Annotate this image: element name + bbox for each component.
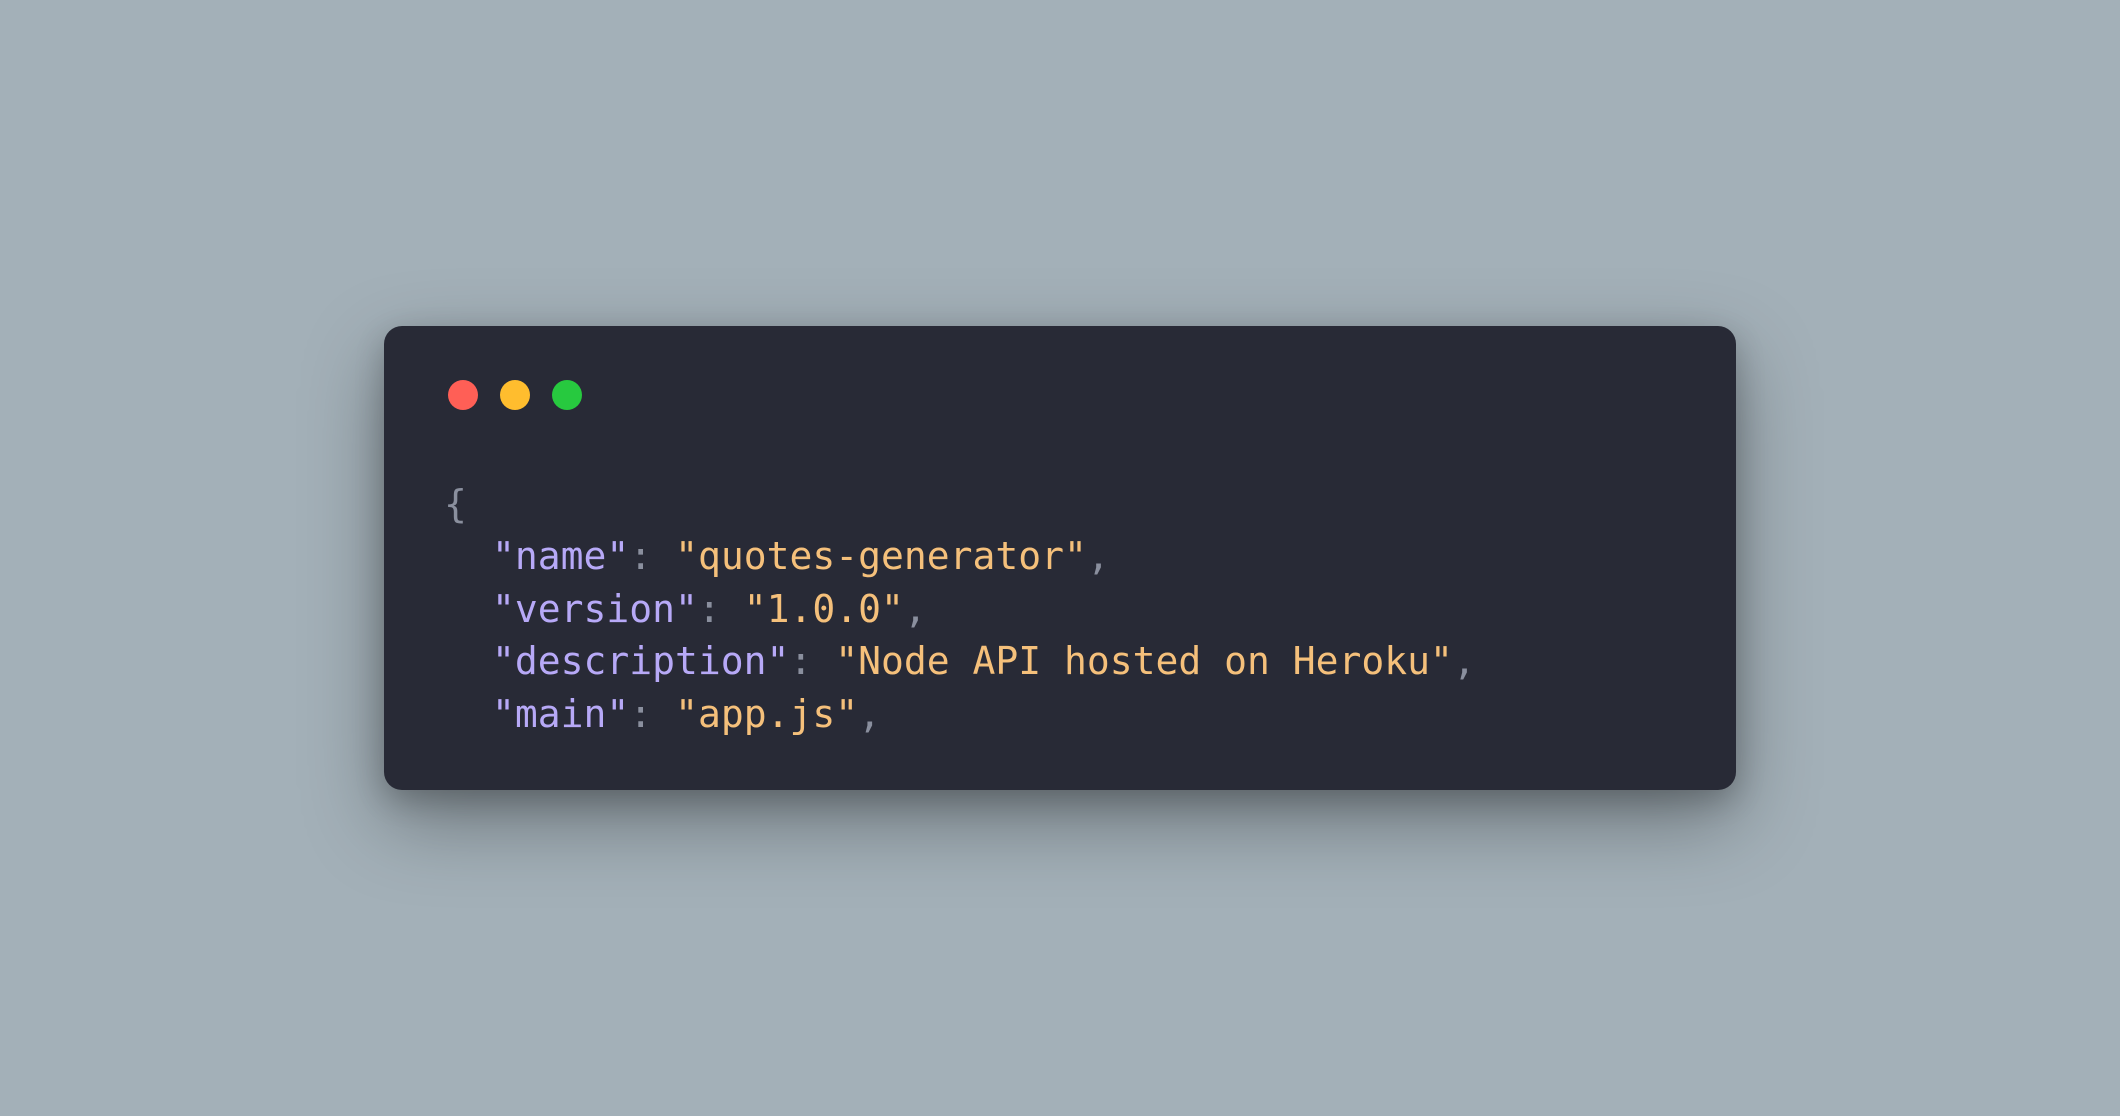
colon: : [629, 692, 652, 736]
json-value: "Node API hosted on Heroku" [835, 639, 1453, 683]
comma: , [858, 692, 881, 736]
json-key: "version" [492, 587, 698, 631]
json-value: "app.js" [675, 692, 858, 736]
code-content: { "name": "quotes-generator", "version":… [444, 478, 1676, 740]
json-value: "1.0.0" [744, 587, 904, 631]
comma: , [1087, 534, 1110, 578]
colon: : [789, 639, 812, 683]
json-value: "quotes-generator" [675, 534, 1087, 578]
brace-open: { [444, 482, 467, 526]
close-icon[interactable] [448, 380, 478, 410]
json-key: "description" [492, 639, 789, 683]
colon: : [629, 534, 652, 578]
comma: , [1453, 639, 1476, 683]
minimize-icon[interactable] [500, 380, 530, 410]
code-window: { "name": "quotes-generator", "version":… [384, 326, 1736, 790]
maximize-icon[interactable] [552, 380, 582, 410]
colon: : [698, 587, 721, 631]
json-key: "name" [492, 534, 629, 578]
json-key: "main" [492, 692, 629, 736]
comma: , [904, 587, 927, 631]
traffic-lights [448, 380, 1676, 410]
